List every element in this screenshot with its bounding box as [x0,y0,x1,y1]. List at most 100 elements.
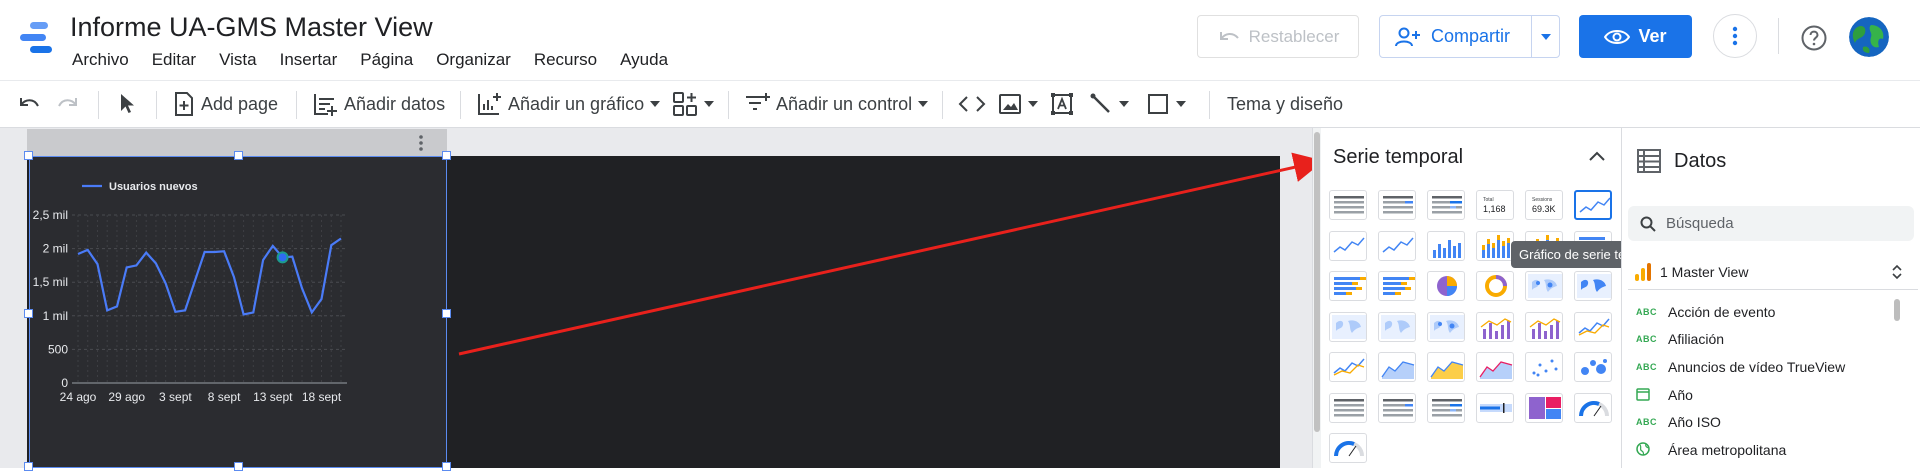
field-name: Anuncios de vídeo TrueView [1668,358,1846,375]
scorecard-label: Sessions [1532,197,1553,203]
chart-properties-panel: Serie temporal Total 1,168 Sessions 69.3K [1321,128,1621,468]
stacked-area-chart-icon [1430,361,1464,379]
scorecard-total-icon: Total1,168 [1483,197,1506,214]
stacked-combo-chart-icon [1529,317,1561,339]
bullet-chart-option[interactable] [1476,392,1514,423]
field-name: Afiliación [1668,331,1725,348]
text-type-icon: ABC [1636,361,1657,372]
100-stacked-area-chart-icon [1479,361,1513,379]
bubble-chart-icon [1581,359,1607,375]
pivot-table-bars-chart-option[interactable] [1378,392,1416,423]
field-item[interactable]: ABC Año ISO [1636,408,1906,436]
scorecard-compact-option[interactable]: Sessions 69.3K [1525,190,1563,220]
column-chart-option[interactable] [1427,230,1465,261]
table-icon [1637,149,1661,173]
google-map-heatmap-option[interactable] [1329,311,1367,342]
google-map-area-option[interactable] [1378,311,1416,342]
stacked-column-chart-icon [1482,234,1510,258]
chart-type-title: Serie temporal [1333,146,1464,168]
analytics-icon [1635,262,1651,281]
search-icon [1640,216,1656,232]
scorecard-total-option[interactable]: Total 1,168 [1476,190,1514,220]
donut-chart-option[interactable] [1476,271,1514,301]
bullet-chart-icon [1480,402,1512,413]
field-list: ABC Acción de evento ABC Afiliación ABC Anu… [1636,298,1906,464]
smoothed-line-chart-option[interactable] [1329,352,1367,382]
combo-chart-icon [1480,317,1512,339]
scorecard-compact-icon: Sessions69.3K [1532,197,1556,214]
data-panel: Datos Búsqueda 1 Master View ABC Acción d… [1621,128,1920,468]
gauge-chart-icon [1579,400,1609,416]
google-map-heatmap-icon [1332,314,1366,339]
search-placeholder: Búsqueda [1666,215,1734,232]
table-chart-option[interactable] [1329,190,1367,220]
field-name: Área metropolitana [1668,441,1787,458]
table-bars-chart-option[interactable] [1378,190,1416,220]
area-chart-option[interactable] [1378,352,1416,382]
field-item[interactable]: Año [1636,381,1906,409]
text-type-icon: ABC [1636,417,1657,428]
google-map-area-icon [1381,314,1415,339]
field-item[interactable]: ABC Afiliación [1636,326,1906,354]
text-type-icon: ABC [1636,306,1657,317]
scatter-chart-option[interactable] [1525,352,1563,382]
pivot-table-chart-option[interactable] [1329,392,1367,423]
bubble-map-chart-option[interactable] [1427,311,1465,342]
gauge-chart-option[interactable] [1574,392,1612,423]
pivot-table-bars-chart-icon [1383,398,1413,416]
canvas-scrollbar[interactable] [1312,128,1321,468]
stacked-column-chart-option[interactable] [1476,230,1514,261]
geo-chart-option[interactable] [1525,271,1563,301]
geo-chart-icon [1528,274,1562,298]
smoothed-time-series-chart-option[interactable] [1378,230,1416,261]
bubble-map-chart-icon [1430,314,1464,339]
field-name: Año ISO [1668,414,1721,431]
scrollbar-thumb[interactable] [1314,132,1320,432]
data-source-name: 1 Master View [1660,263,1749,280]
text-type-icon: ABC [1636,334,1657,345]
unfold-icon[interactable] [1890,264,1904,280]
table-heatmap-chart-option[interactable] [1427,190,1465,220]
stacked-area-chart-option[interactable] [1427,352,1465,382]
100-stacked-bar-chart-option[interactable] [1378,271,1416,301]
chevron-up-icon[interactable] [1586,145,1608,167]
field-item[interactable]: ABC Anuncios de vídeo TrueView [1636,353,1906,381]
field-item[interactable]: Área metropolitana [1636,436,1906,464]
combo-chart-option[interactable] [1476,311,1514,342]
sparkline-chart-option[interactable] [1329,230,1367,261]
pie-chart-icon [1437,276,1457,296]
table-heatmap-chart-icon [1432,196,1462,214]
table-chart-icon [1334,196,1364,214]
scatter-chart-icon [1532,359,1558,377]
line-chart-icon [1578,318,1610,336]
stacked-bar-chart-option[interactable] [1329,271,1367,301]
stacked-bar-chart-icon [1334,277,1366,295]
100-stacked-area-chart-option[interactable] [1476,352,1514,382]
bubble-chart-option[interactable] [1574,352,1612,382]
calendar-type-icon [1636,387,1668,403]
field-name: Acción de evento [1668,303,1776,320]
time-series-chart-option[interactable] [1574,190,1612,220]
smoothed-time-series-chart-icon [1382,237,1414,253]
pie-chart-option[interactable] [1427,271,1465,301]
line-chart-option[interactable] [1574,311,1612,342]
gauge-alt-chart-option[interactable] [1329,433,1367,463]
treemap-chart-option[interactable] [1525,392,1563,423]
scorecard-value: 1,168 [1483,204,1506,214]
pivot-table-heatmap-chart-option[interactable] [1427,392,1465,423]
100-stacked-bar-chart-icon [1383,277,1415,295]
data-source-selector[interactable]: 1 Master View [1628,254,1918,290]
field-name: Año [1668,386,1693,403]
time-series-chart-icon [1579,197,1610,213]
stacked-combo-chart-option[interactable] [1525,311,1563,342]
field-item[interactable]: ABC Acción de evento [1636,298,1906,326]
scorecard-label: Total [1483,197,1494,203]
pivot-table-heatmap-chart-icon [1432,398,1462,416]
field-search-input[interactable]: Búsqueda [1628,206,1914,241]
sparkline-chart-icon [1333,237,1365,253]
field-list-scrollbar[interactable] [1893,299,1901,468]
table-bars-chart-icon [1383,196,1413,214]
smoothed-line-chart-icon [1333,358,1365,376]
filled-map-chart-option[interactable] [1574,271,1612,301]
scrollbar-thumb[interactable] [1894,299,1900,321]
